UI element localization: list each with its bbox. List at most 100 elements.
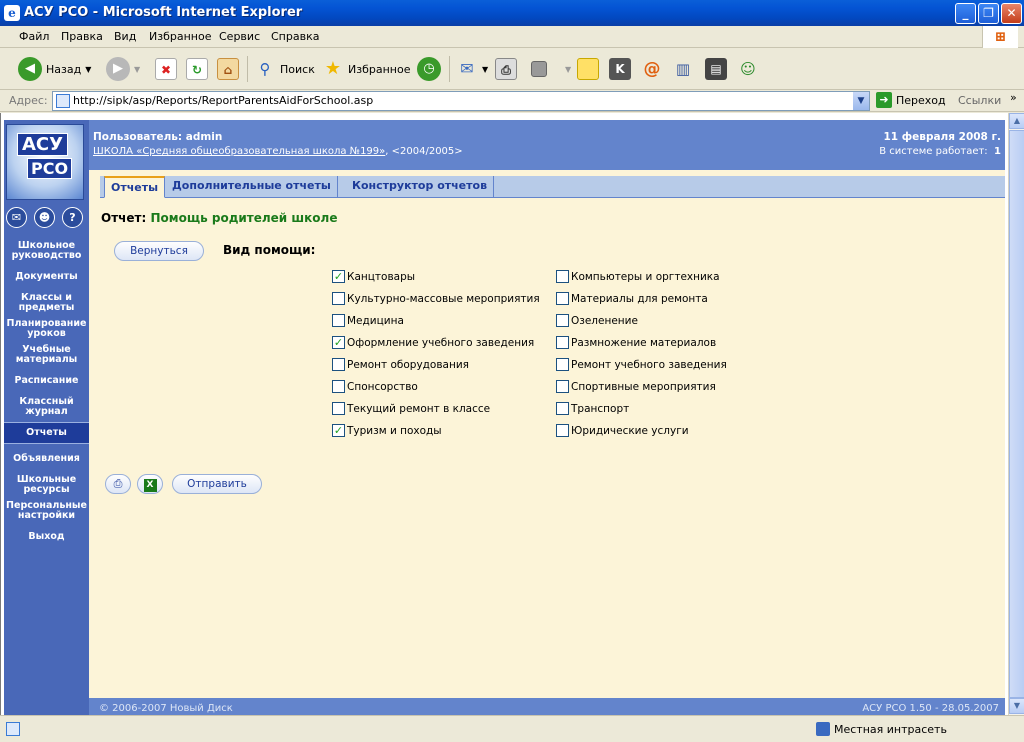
home-button[interactable]: ⌂ — [217, 54, 239, 84]
back-dropdown-icon[interactable]: ▼ — [85, 65, 91, 74]
tab-report-builder[interactable]: Конструктор отчетов — [346, 176, 495, 198]
checkbox-label[interactable]: Озеленение — [571, 315, 638, 327]
checkbox-label[interactable]: Материалы для ремонта — [571, 293, 708, 305]
vertical-scrollbar[interactable]: ▲ ▼ — [1008, 113, 1024, 715]
sidebar-item-settings[interactable]: Персональные настройки — [4, 501, 89, 521]
close-button[interactable]: ✕ — [1001, 3, 1022, 24]
scroll-thumb[interactable] — [1009, 130, 1024, 698]
menu-favorites[interactable]: Избранное — [149, 30, 211, 43]
help-left-option[interactable]: Ремонт оборудования — [332, 358, 547, 374]
go-button[interactable]: ➜ Переход — [876, 92, 946, 108]
refresh-button[interactable]: ↻ — [186, 54, 208, 84]
help-left-option[interactable]: Медицина — [332, 314, 547, 330]
help-right-option[interactable]: Ремонт учебного заведения — [556, 358, 771, 374]
help-icon[interactable]: ? — [62, 207, 83, 228]
k-button[interactable]: K — [609, 54, 631, 84]
address-dropdown-icon[interactable]: ▼ — [853, 92, 869, 110]
checkbox[interactable] — [332, 402, 345, 415]
checkbox[interactable] — [556, 314, 569, 327]
tab-reports[interactable]: Отчеты — [104, 176, 166, 198]
back-button[interactable]: Вернуться — [114, 241, 204, 261]
checkbox-label[interactable]: Культурно-массовые мероприятия — [347, 293, 540, 305]
help-left-option[interactable]: Текущий ремонт в классе — [332, 402, 547, 418]
checkbox-label[interactable]: Размножение материалов — [571, 337, 716, 349]
users-icon[interactable]: ☻ — [34, 207, 55, 228]
sidebar-item-schedule[interactable]: Расписание — [4, 376, 89, 386]
checkbox[interactable] — [332, 314, 345, 327]
mail-button[interactable]: ✉ ▼ — [456, 54, 488, 84]
help-left-option[interactable]: ✓ Оформление учебного заведения — [332, 336, 547, 352]
minimize-button[interactable]: _ — [955, 3, 976, 24]
mail-dropdown-icon[interactable]: ▼ — [482, 65, 488, 74]
media-button[interactable]: ▤ — [705, 54, 727, 84]
stop-button[interactable]: ✖ — [155, 54, 177, 84]
sidebar-item-journal[interactable]: Классный журнал — [4, 397, 89, 417]
checkbox-label[interactable]: Туризм и походы — [347, 425, 442, 437]
forward-dropdown-icon[interactable]: ▼ — [134, 65, 140, 74]
checkbox[interactable]: ✓ — [332, 336, 345, 349]
history-button[interactable]: ◷ — [417, 54, 441, 84]
checkbox-label[interactable]: Спортивные мероприятия — [571, 381, 716, 393]
address-input[interactable]: http://sipk/asp/Reports/ReportParentsAid… — [52, 91, 870, 111]
links-chevron-icon[interactable]: » — [1010, 91, 1017, 104]
checkbox[interactable] — [332, 292, 345, 305]
help-right-option[interactable]: Размножение материалов — [556, 336, 771, 352]
sidebar-item-announcements[interactable]: Объявления — [4, 454, 89, 464]
sidebar-item-documents[interactable]: Документы — [4, 272, 89, 282]
at-button[interactable]: @ — [641, 54, 663, 84]
checkbox-label[interactable]: Юридические услуги — [571, 425, 689, 437]
sidebar-item-materials[interactable]: Учебные материалы — [4, 345, 89, 365]
menu-edit[interactable]: Правка — [61, 30, 103, 43]
sidebar-item-classes[interactable]: Классы и предметы — [4, 293, 89, 313]
send-button[interactable]: Отправить — [172, 474, 262, 494]
checkbox[interactable] — [556, 424, 569, 437]
checkbox[interactable]: ✓ — [332, 424, 345, 437]
checkbox[interactable] — [556, 336, 569, 349]
checkbox-label[interactable]: Текущий ремонт в классе — [347, 403, 490, 415]
help-left-option[interactable]: ✓ Канцтовары — [332, 270, 547, 286]
maximize-button[interactable]: ❐ — [978, 3, 999, 24]
help-right-option[interactable]: Юридические услуги — [556, 424, 771, 440]
help-right-option[interactable]: Компьютеры и оргтехника — [556, 270, 771, 286]
checkbox-label[interactable]: Ремонт учебного заведения — [571, 359, 727, 371]
help-left-option[interactable]: ✓ Туризм и походы — [332, 424, 547, 440]
note-button[interactable] — [577, 54, 599, 84]
tab-additional-reports[interactable]: Дополнительные отчеты — [166, 176, 338, 198]
sidebar-item-reports[interactable]: Отчеты — [4, 422, 89, 444]
sidebar-item-lesson-planning[interactable]: Планирование уроков — [4, 319, 89, 339]
menu-view[interactable]: Вид — [114, 30, 136, 43]
checkbox-label[interactable]: Компьютеры и оргтехника — [571, 271, 720, 283]
sidebar-item-resources[interactable]: Школьные ресурсы — [4, 475, 89, 495]
checkbox[interactable] — [556, 402, 569, 415]
school-link[interactable]: ШКОЛА «Средняя общеобразовательная школа… — [93, 146, 385, 157]
help-left-option[interactable]: Спонсорство — [332, 380, 547, 396]
messenger-button[interactable]: ☺ — [737, 54, 759, 84]
help-right-option[interactable]: Спортивные мероприятия — [556, 380, 771, 396]
help-left-option[interactable]: Культурно-массовые мероприятия — [332, 292, 547, 308]
mail-icon[interactable]: ✉ — [6, 207, 27, 228]
checkbox[interactable] — [556, 292, 569, 305]
checkbox[interactable] — [332, 358, 345, 371]
research-button[interactable]: ▥ — [672, 54, 694, 84]
edit-dropdown-icon[interactable]: ▼ — [565, 65, 571, 74]
menu-help[interactable]: Справка — [271, 30, 319, 43]
favorites-button[interactable]: ★ Избранное — [322, 54, 411, 84]
back-button[interactable]: ◀ Назад ▼ — [18, 54, 91, 84]
menu-file[interactable]: Файл — [19, 30, 49, 43]
checkbox[interactable] — [556, 270, 569, 283]
checkbox-label[interactable]: Оформление учебного заведения — [347, 337, 534, 349]
checkbox[interactable] — [556, 358, 569, 371]
search-button[interactable]: ⚲ Поиск — [254, 54, 315, 84]
checkbox[interactable] — [556, 380, 569, 393]
scroll-down-icon[interactable]: ▼ — [1009, 698, 1024, 714]
print-button[interactable]: ⎙ — [495, 54, 517, 84]
links-button[interactable]: Ссылки — [958, 94, 1001, 107]
scroll-up-icon[interactable]: ▲ — [1009, 113, 1024, 129]
checkbox-label[interactable]: Спонсорство — [347, 381, 418, 393]
sidebar-item-school-management[interactable]: Школьное руководство — [4, 241, 89, 261]
edit-button[interactable]: ▼ — [531, 54, 571, 84]
help-right-option[interactable]: Транспорт — [556, 402, 771, 418]
print-button[interactable]: ⎙ — [105, 474, 131, 494]
excel-export-button[interactable]: X — [137, 474, 163, 494]
checkbox[interactable]: ✓ — [332, 270, 345, 283]
